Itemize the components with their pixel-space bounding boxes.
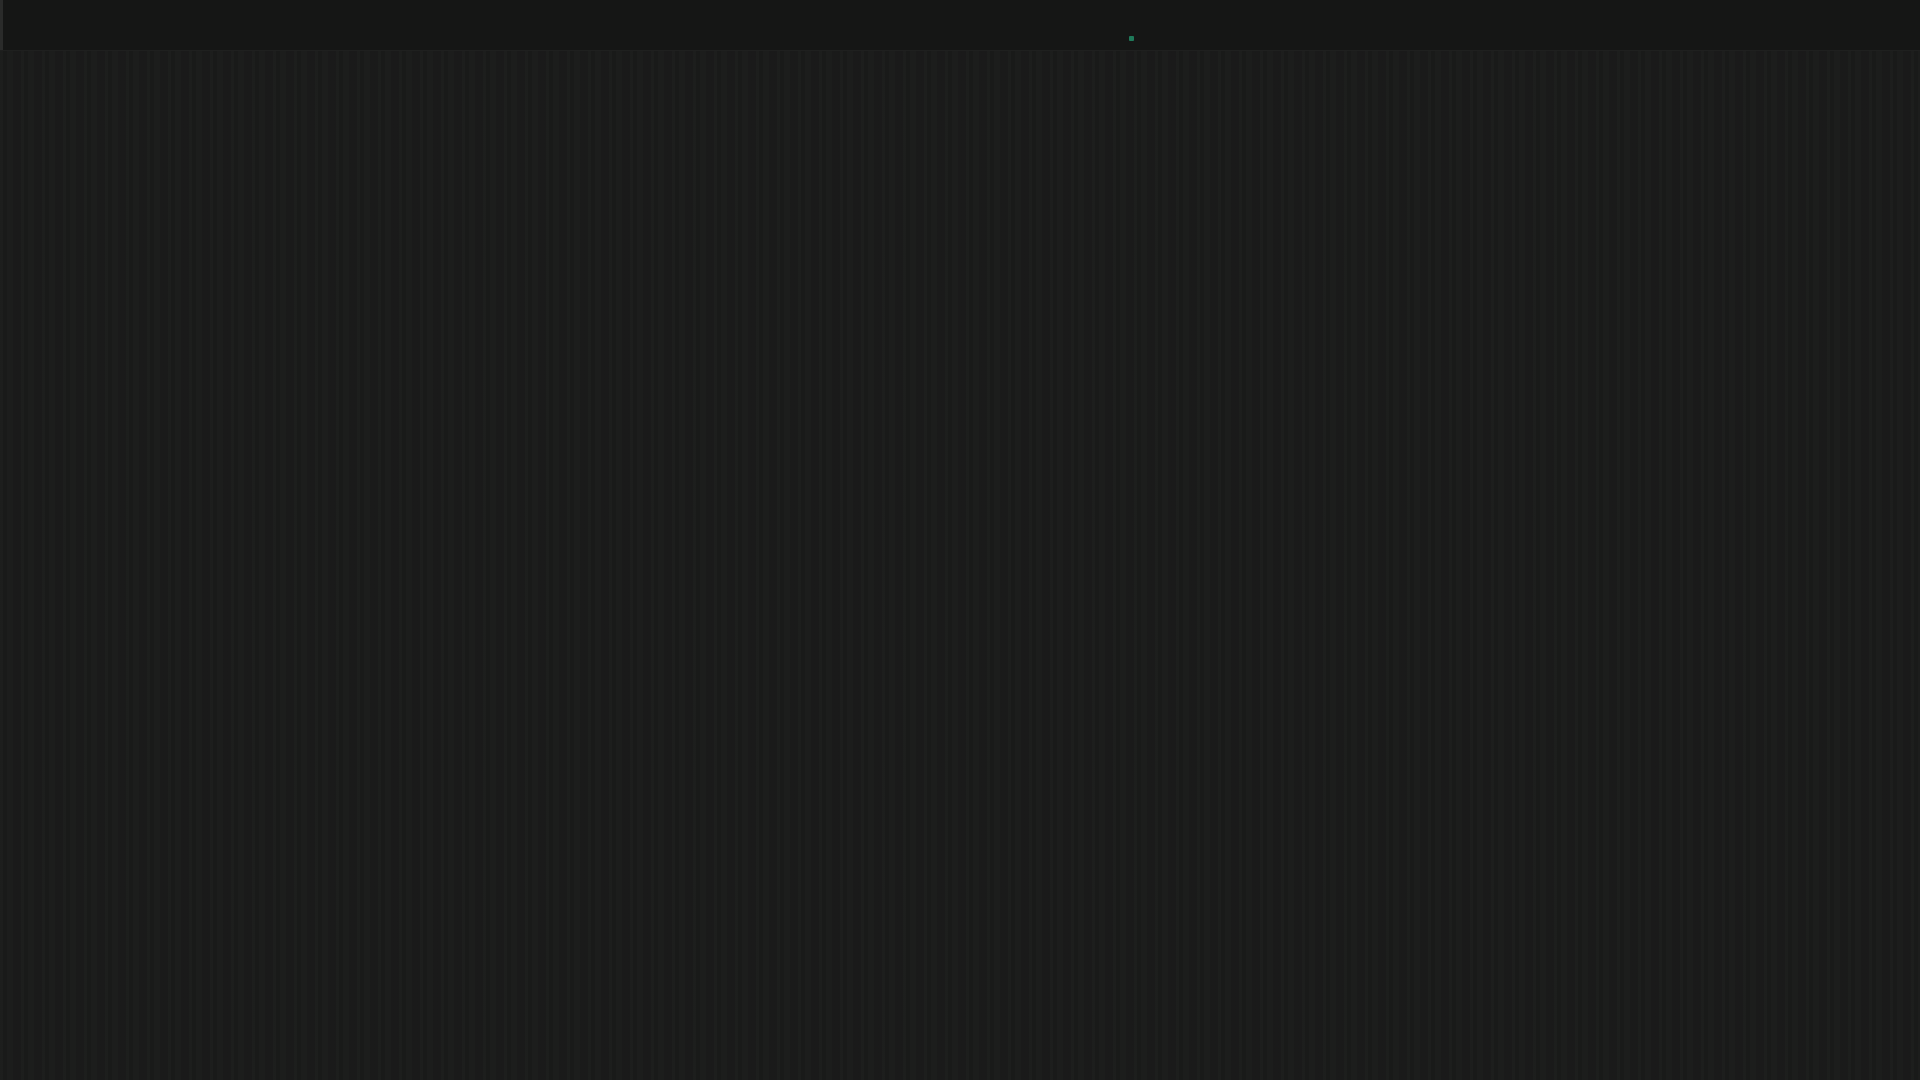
top-bar: [0, 0, 1920, 51]
status-indicator-icon: [1129, 36, 1134, 41]
window-edge: [0, 0, 3, 50]
screen: [0, 0, 1920, 1080]
status-text: [1018, 24, 1278, 46]
main-content-area[interactable]: [0, 50, 1920, 1080]
